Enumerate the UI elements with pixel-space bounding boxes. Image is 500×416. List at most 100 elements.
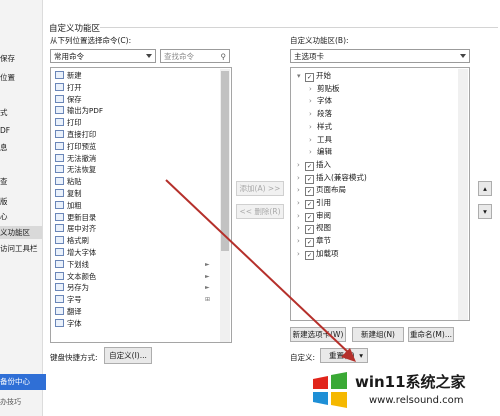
rename-button[interactable]: 重命名(M)... [408,327,454,342]
command-label: 下划线 [67,259,89,269]
command-item[interactable]: 打开 [55,82,82,94]
command-item[interactable]: 文本颜色 ► [55,271,210,283]
command-item[interactable]: 输出为PDF [55,105,103,117]
command-item[interactable]: 字体 [55,318,82,330]
section-divider [100,27,498,28]
tab-checkbox[interactable]: ✓ [305,73,314,82]
search-command-input[interactable]: 查找命令 ⚲ [160,49,230,63]
command-item[interactable]: 复制 [55,188,82,200]
command-item[interactable]: 直接打印 [55,129,96,141]
tab-checkbox[interactable]: ✓ [305,161,314,171]
command-item[interactable]: 另存为 ► [55,282,210,294]
command-label: 复制 [67,189,82,198]
command-item[interactable]: 字号 ⊞ [55,294,210,306]
copy-icon [55,189,64,197]
chevron-down-icon [460,54,466,58]
command-item[interactable]: 打印预览 [55,141,96,153]
options-nav: 保存 位置 式 DF 息 查 版 心 义功能区 访问工具栏 备份中心 办技巧 [0,0,46,416]
update-toc-icon [55,212,64,221]
expander-icon[interactable]: › [297,159,305,172]
open-folder-icon [55,82,64,91]
command-item[interactable]: 无法恢复 [55,164,96,176]
command-item[interactable]: 无法撤消 [55,153,96,165]
command-item[interactable]: 增大字体 [55,247,96,259]
ribbon-group-node[interactable]: › 剪贴板 [309,83,340,96]
tree-scrollbar[interactable] [458,69,468,320]
nav-item-version[interactable]: 版 [0,195,42,208]
command-item[interactable]: 打印 [55,117,82,129]
office-tips-link[interactable]: 办技巧 [0,397,21,407]
save-icon [55,94,64,103]
command-label: 无法撤消 [67,153,97,163]
save-as-icon [55,283,64,292]
nav-item-quick-access-toolbar[interactable]: 访问工具栏 [0,242,42,255]
nav-item-center[interactable]: 心 [0,210,42,223]
expander-icon[interactable]: ▾ [297,70,305,83]
command-label: 粘贴 [67,177,82,187]
tree-node-label: 工具 [317,134,332,144]
nav-item-label: 式 [0,108,8,117]
command-label: 输出为PDF [67,106,104,116]
nav-item-label: DF [0,126,11,135]
ribbon-tab-node[interactable]: › ✓ 插入 [297,159,331,172]
ribbon-tab-node[interactable]: ▾ ✓ 开始 [297,70,331,83]
command-item[interactable]: 加粗 [55,200,82,212]
windows-logo-icon [313,372,347,408]
expander-icon[interactable]: › [309,121,317,134]
translate-icon [55,307,64,315]
command-item[interactable]: 翻译 [55,306,82,318]
nav-item-pdf[interactable]: DF [0,124,42,137]
watermark-url: www.relsound.com [369,395,464,406]
ribbon-group-node[interactable]: › 样式 [309,121,332,134]
command-label: 打开 [67,82,82,92]
ribbon-tabs-select[interactable]: 主选项卡 [290,49,470,63]
font-color-icon [55,271,64,280]
command-label: 另存为 [67,283,89,293]
nav-item-check[interactable]: 查 [0,175,42,188]
command-label: 居中对齐 [67,224,97,234]
font-size-icon [55,295,64,304]
annotation-arrow [165,179,356,362]
ribbon-group-node[interactable]: › 编辑 [309,146,332,159]
nav-item-custom-ribbon[interactable]: 义功能区 [0,226,42,239]
expander-icon[interactable]: › [309,95,317,108]
ribbon-group-node[interactable]: › 字体 [309,95,332,108]
nav-item-info[interactable]: 息 [0,141,42,154]
expander-icon[interactable]: › [309,108,317,121]
command-label: 保存 [67,94,82,104]
section-heading: 自定义功能区 [49,24,101,34]
command-label: 直接打印 [67,130,97,139]
nav-item-label: 心 [0,212,8,221]
nav-item-location[interactable]: 位置 [0,71,42,84]
nav-item-format[interactable]: 式 [0,106,42,119]
command-label: 打印预览 [67,141,97,151]
ribbon-group-node[interactable]: › 段落 [309,108,332,121]
move-down-button[interactable]: ▾ [478,204,492,219]
office-tips-label: 办技巧 [0,398,21,406]
command-item[interactable]: 居中对齐 [55,223,96,235]
backup-center-button[interactable]: 备份中心 [0,374,46,390]
expander-icon[interactable]: › [309,83,317,96]
search-icon: ⚲ [220,52,227,61]
watermark: win11系统之家 www.relsound.com [303,365,500,416]
command-source-select[interactable]: 常用命令 [50,49,156,63]
customize-shortcuts-button[interactable]: 自定义(I)... [104,347,152,364]
command-item[interactable]: 粘贴 [55,176,82,188]
undo-icon [55,153,64,162]
tree-node-label: 字体 [317,96,332,106]
command-item[interactable]: 新建 [55,70,82,82]
command-item[interactable]: 更新目录 [55,212,96,224]
command-item[interactable]: 格式刷 [55,235,89,247]
pdf-icon [55,106,64,115]
expander-icon[interactable]: › [309,134,317,147]
nav-item-label: 息 [0,143,8,152]
command-item[interactable]: 下划线 ► [55,259,210,271]
expander-icon[interactable]: › [309,146,317,159]
nav-item-save[interactable]: 保存 [0,52,42,65]
command-label: 字体 [67,318,82,328]
command-item[interactable]: 保存 [55,94,82,106]
ribbon-group-node[interactable]: › 工具 [309,134,332,147]
move-up-button[interactable]: ▴ [478,181,492,196]
new-doc-icon [55,71,64,79]
command-label: 增大字体 [67,248,97,257]
